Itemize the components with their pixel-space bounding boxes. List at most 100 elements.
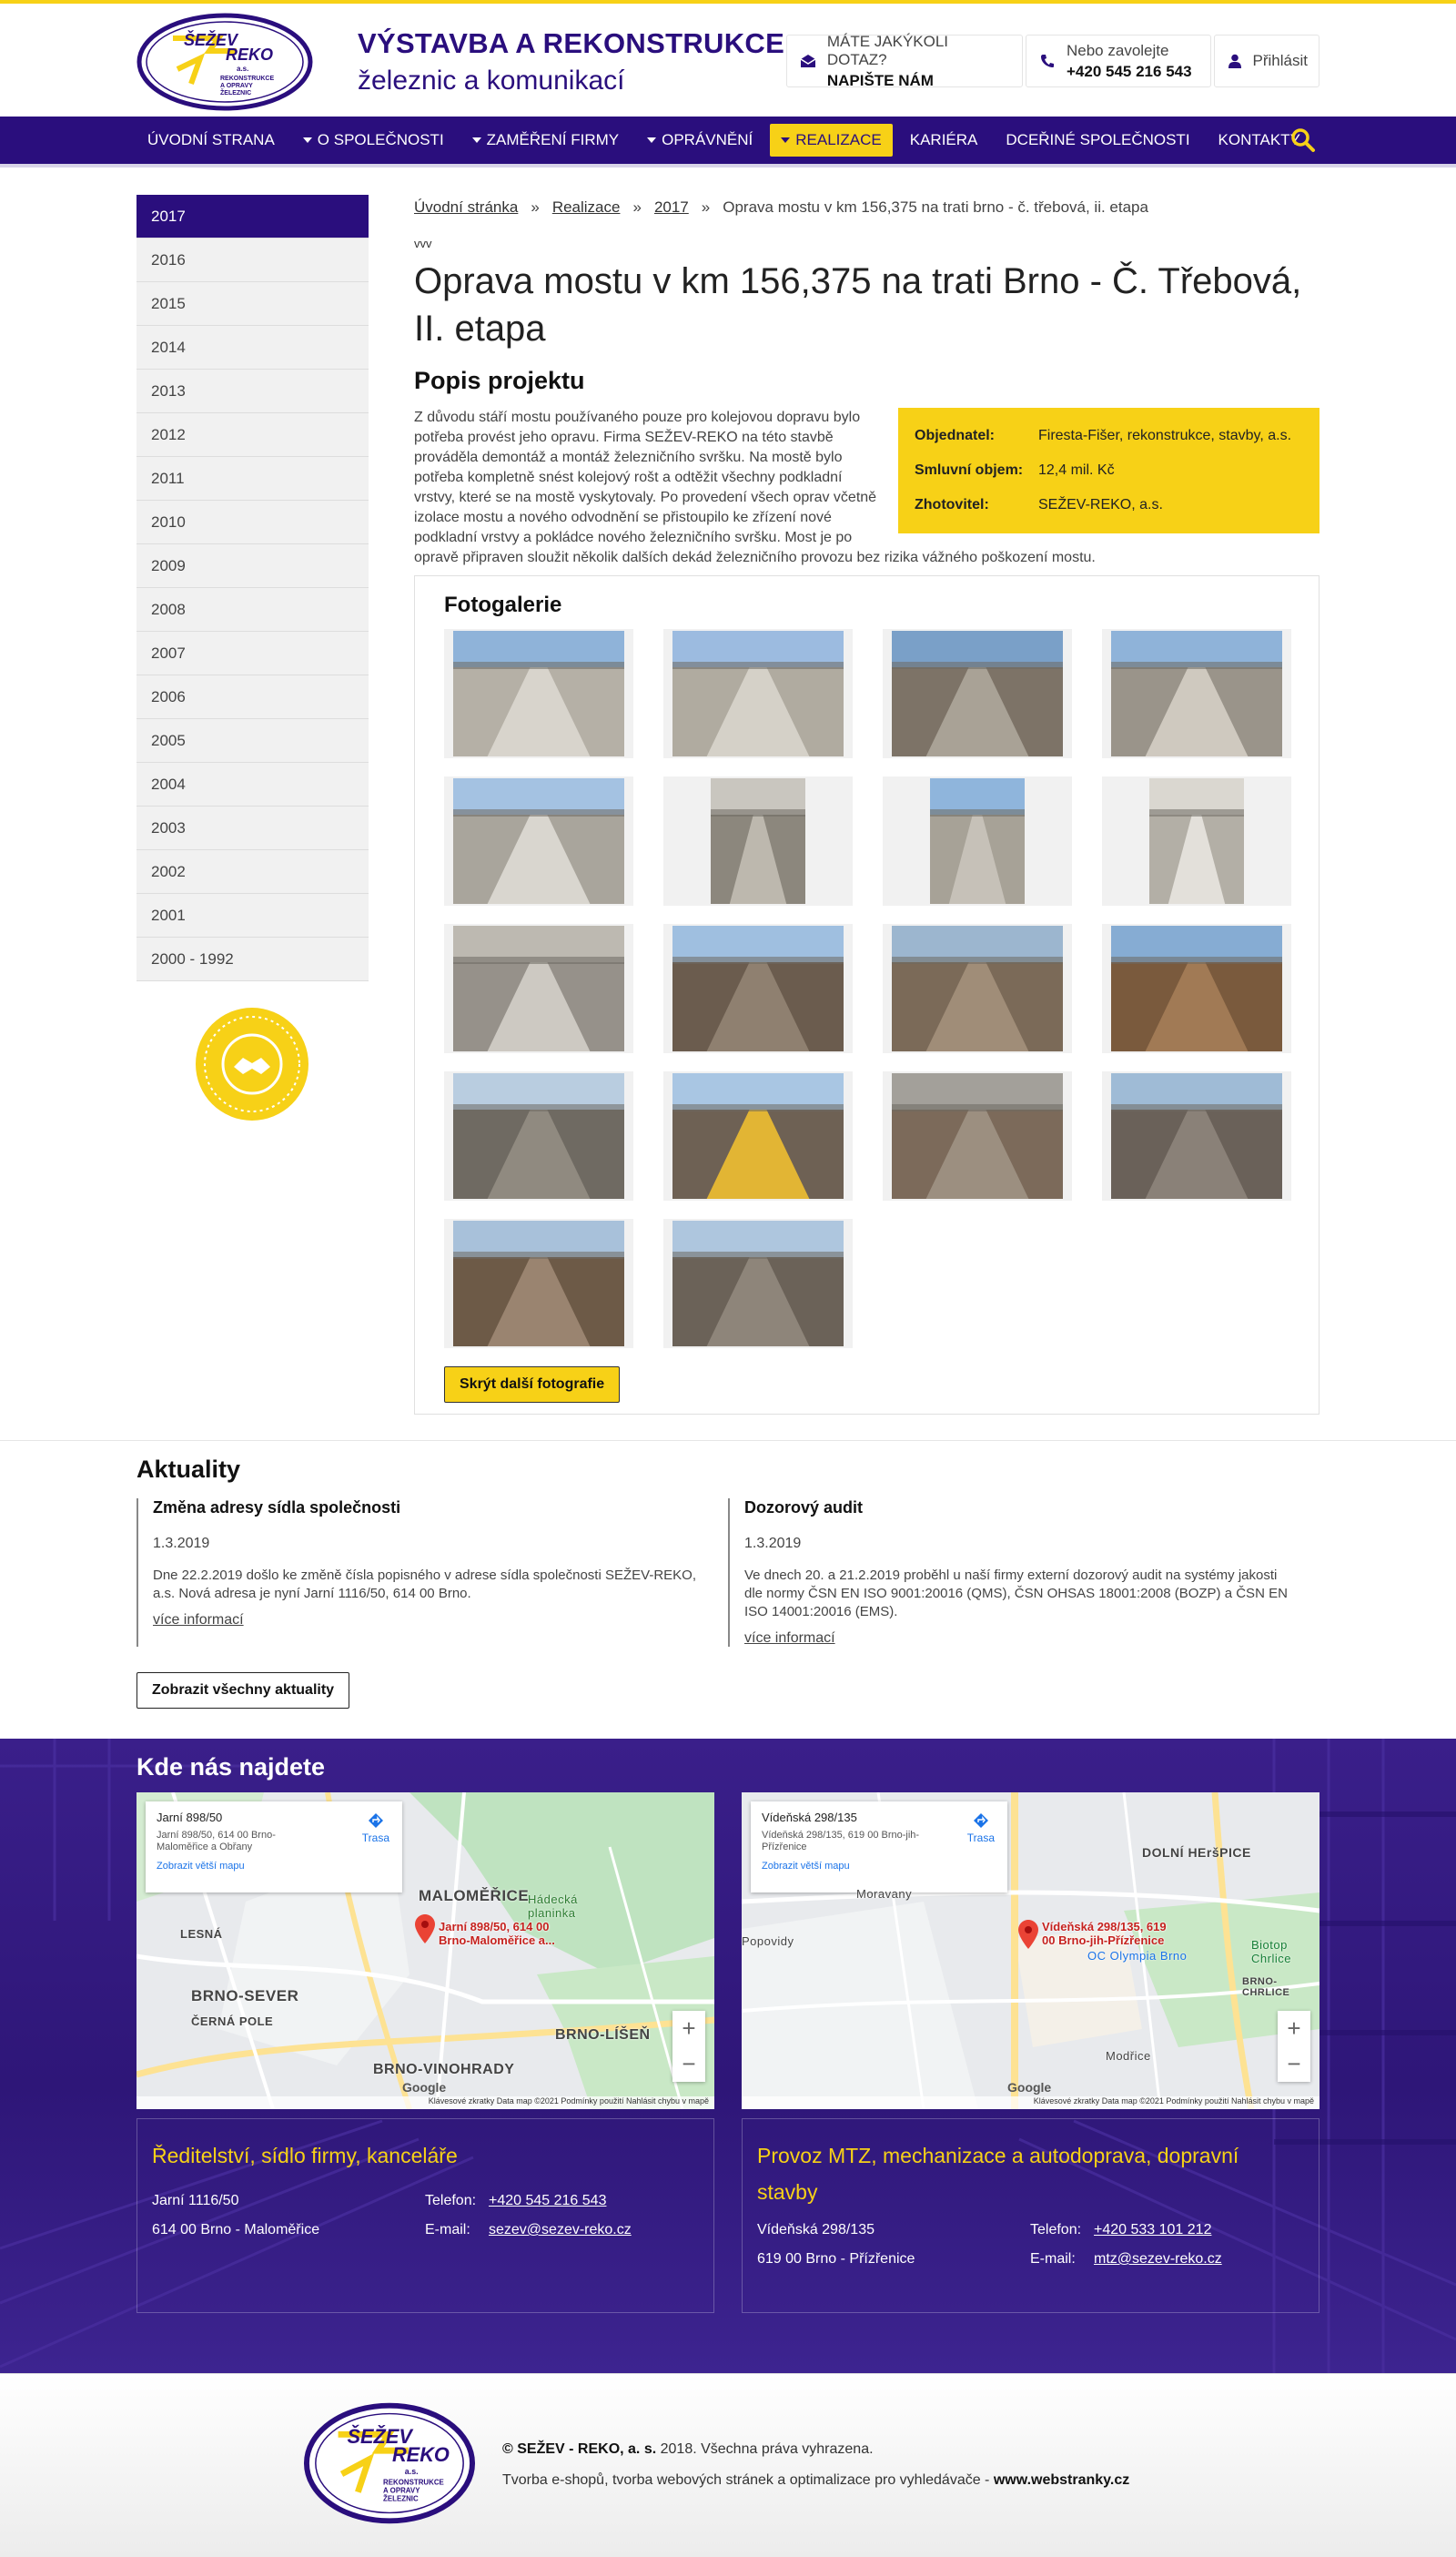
gallery-thumbnail[interactable]	[883, 924, 1072, 1053]
footer-logo[interactable]: ŠEŽEV REKO a.s. REKONSTRUKCE A OPRAVY ŽE…	[302, 2401, 477, 2525]
construction-photo	[453, 631, 624, 756]
map-larger-link[interactable]: Zobrazit větší mapu	[157, 1861, 391, 1872]
gallery-thumbnail[interactable]	[663, 776, 853, 906]
zoom-out-button[interactable]: −	[1278, 2046, 1310, 2082]
nav-item-4[interactable]: OPRÁVNĚNÍ	[636, 124, 763, 157]
year-item[interactable]: 2001	[136, 894, 369, 938]
news-item-title[interactable]: Změna adresy sídla společnosti	[153, 1498, 700, 1517]
location-mtz: Vídeňská 298/135 Vídeňská 298/135, 619 0…	[742, 1792, 1320, 2313]
gallery-thumbnail[interactable]	[444, 1219, 633, 1348]
year-item[interactable]: 2005	[136, 719, 369, 763]
gallery-thumbnail[interactable]	[444, 924, 633, 1053]
nav-item-3[interactable]: ZAMĚŘENÍ FIRMY	[461, 124, 630, 157]
year-item[interactable]: 2015	[136, 282, 369, 326]
year-item[interactable]: 2011	[136, 457, 369, 501]
zoom-in-button[interactable]: +	[1278, 2011, 1310, 2046]
year-item[interactable]: 2009	[136, 544, 369, 588]
year-item[interactable]: 2007	[136, 632, 369, 675]
svg-text:a.s.: a.s.	[405, 2467, 419, 2476]
year-list: 2017 2016 2015 2014 2013 2012 2011 2010 2009 2008…	[136, 195, 369, 981]
year-item[interactable]: 2003	[136, 807, 369, 850]
gallery-thumbnail[interactable]	[444, 1071, 633, 1201]
breadcrumb-home[interactable]: Úvodní stránka	[414, 198, 518, 217]
nav-item-7[interactable]: DCEŘINÉ SPOLEČNOSTI	[995, 124, 1200, 157]
address-city: 614 00 Brno - Maloměřice	[152, 2222, 320, 2237]
envelope-icon	[798, 51, 818, 71]
zoom-in-button[interactable]: +	[672, 2011, 705, 2046]
breadcrumb-realizace[interactable]: Realizace	[552, 198, 621, 217]
year-item[interactable]: 2012	[136, 413, 369, 457]
map-embed[interactable]: Jarní 898/50 Jarní 898/50, 614 00 Brno-M…	[136, 1792, 714, 2109]
nav-item-label: KARIÉRA	[909, 131, 978, 148]
nav-item-5[interactable]: REALIZACE	[770, 124, 893, 157]
address-heading: Ředitelství, sídlo firmy, kanceláře	[152, 2144, 458, 2167]
map-place-label: LESNÁ	[180, 1927, 223, 1941]
gallery-thumbnail[interactable]	[663, 1219, 853, 1348]
construction-photo	[1149, 778, 1244, 904]
gallery-thumbnail[interactable]	[883, 776, 1072, 906]
year-item[interactable]: 2017	[136, 195, 369, 238]
gallery-thumbnail[interactable]	[1102, 1071, 1291, 1201]
write-us-link[interactable]: NAPIŠTE NÁM	[827, 72, 1011, 90]
year-item[interactable]: 2016	[136, 238, 369, 282]
gallery-thumbnail[interactable]	[883, 629, 1072, 758]
gallery-thumbnail[interactable]	[444, 629, 633, 758]
email-link[interactable]: mtz@sezev-reko.cz	[1094, 2251, 1222, 2267]
map-place-label: OC Olympia Brno	[1087, 1949, 1188, 1963]
phone-link[interactable]: +420 545 216 543	[489, 2193, 606, 2208]
year-item[interactable]: 2014	[136, 326, 369, 370]
info-value: Firesta-Fišer, rekonstrukce, stavby, a.s…	[1038, 428, 1292, 443]
gallery-thumbnail[interactable]	[883, 1071, 1072, 1201]
year-item[interactable]: 2000 - 1992	[136, 938, 369, 981]
map-pin-icon[interactable]	[1018, 1920, 1038, 1949]
brand-tagline: VÝSTAVBA A REKONSTRUKCE železnic a komun…	[358, 27, 784, 96]
login-button[interactable]: Přihlásit	[1214, 35, 1320, 87]
gallery-thumbnail[interactable]	[444, 776, 633, 906]
call-number[interactable]: +420 545 216 543	[1067, 63, 1192, 81]
gallery-thumbnail[interactable]	[663, 924, 853, 1053]
phone-link[interactable]: +420 533 101 212	[1094, 2222, 1211, 2237]
project-info-box: Objednatel: Firesta-Fišer, rekonstrukce, …	[898, 408, 1320, 533]
search-icon[interactable]	[1290, 127, 1316, 153]
address-street: Vídeňská 298/135	[757, 2222, 875, 2237]
year-item[interactable]: 2004	[136, 763, 369, 807]
map-embed[interactable]: Vídeňská 298/135 Vídeňská 298/135, 619 0…	[742, 1792, 1320, 2109]
contact-call-box[interactable]: Nebo zavolejte +420 545 216 543	[1026, 35, 1211, 87]
gallery-thumbnail[interactable]	[663, 1071, 853, 1201]
email-link[interactable]: sezev@sezev-reko.cz	[489, 2222, 632, 2237]
gallery-thumbnail[interactable]	[1102, 629, 1291, 758]
location-headquarters: Jarní 898/50 Jarní 898/50, 614 00 Brno-M…	[136, 1792, 714, 2313]
map-route-button[interactable]: Trasa	[967, 1812, 995, 1844]
map-route-button[interactable]: Trasa	[362, 1812, 389, 1844]
news-item-more-link[interactable]: více informací	[153, 1612, 244, 1629]
credits-link[interactable]: www.webstranky.cz	[994, 2472, 1129, 2488]
news-list: Změna adresy sídla společnosti 1.3.2019 …	[136, 1498, 1320, 1647]
nav-item-label: ÚVODNÍ STRANA	[147, 131, 275, 148]
nav-item-2[interactable]: O SPOLEČNOSTI	[292, 124, 455, 157]
construction-photo	[453, 1073, 624, 1199]
map-place-label: ČERNÁ POLE	[191, 2014, 274, 2028]
zoom-out-button[interactable]: −	[672, 2046, 705, 2082]
breadcrumb-year[interactable]: 2017	[654, 198, 689, 217]
year-item[interactable]: 2010	[136, 501, 369, 544]
news-item-title[interactable]: Dozorový audit	[744, 1498, 1291, 1517]
show-all-news-button[interactable]: Zobrazit všechny aktuality	[136, 1672, 350, 1709]
nav-item-1[interactable]: ÚVODNÍ STRANA	[136, 124, 286, 157]
gallery-thumbnail[interactable]	[1102, 924, 1291, 1053]
news-item-more-link[interactable]: více informací	[744, 1630, 835, 1647]
map-pin-icon[interactable]	[415, 1914, 435, 1943]
year-item[interactable]: 2002	[136, 850, 369, 894]
contact-write-box[interactable]: MÁTE JAKÝKOLI DOTAZ? NAPIŠTE NÁM	[786, 32, 1023, 90]
news-item: Změna adresy sídla společnosti 1.3.2019 …	[136, 1498, 714, 1647]
map-larger-link[interactable]: Zobrazit větší mapu	[762, 1861, 996, 1872]
question-label: MÁTE JAKÝKOLI DOTAZ?	[826, 32, 949, 68]
hide-more-photos-button[interactable]: Skrýt další fotografie	[444, 1366, 621, 1403]
company-logo[interactable]: ŠEŽEV REKO a.s. REKONSTRUKCE A OPRAVY ŽE…	[136, 13, 313, 111]
year-item[interactable]: 2008	[136, 588, 369, 632]
year-item[interactable]: 2006	[136, 675, 369, 719]
gallery-thumbnail[interactable]	[663, 629, 853, 758]
news-item-date: 1.3.2019	[744, 1536, 802, 1551]
year-item[interactable]: 2013	[136, 370, 369, 413]
nav-item-6[interactable]: KARIÉRA	[899, 124, 989, 157]
gallery-thumbnail[interactable]	[1102, 776, 1291, 906]
